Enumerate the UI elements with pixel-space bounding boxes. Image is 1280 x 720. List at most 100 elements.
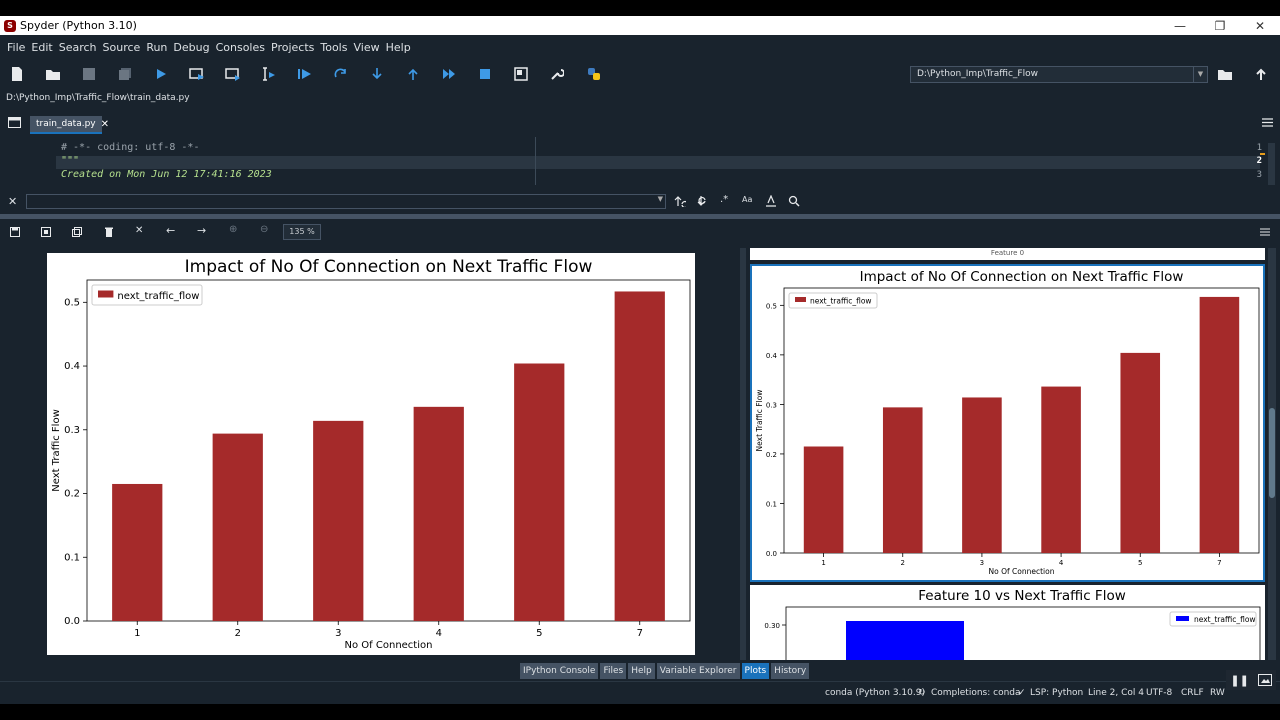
browse-directory-button[interactable]: [1215, 64, 1235, 84]
stop-button[interactable]: [475, 64, 495, 84]
x-tick-label: 4: [436, 628, 442, 639]
find-next-icon[interactable]: [697, 195, 709, 207]
thumbnails-scrollbar[interactable]: [1268, 248, 1276, 660]
save-all-button[interactable]: [115, 64, 135, 84]
tab-history[interactable]: History: [771, 663, 810, 679]
y-tick-label: 0.30: [764, 622, 780, 630]
code-line-docstring: Created on Mon Jun 12 17:41:16 2023: [61, 169, 272, 180]
menu-run[interactable]: Run: [143, 41, 170, 54]
new-file-button[interactable]: [7, 64, 27, 84]
regex-icon[interactable]: .*: [720, 194, 728, 205]
menu-search[interactable]: Search: [56, 41, 100, 54]
save-button[interactable]: [79, 64, 99, 84]
line-number: 1: [1256, 143, 1262, 153]
run-cell-button[interactable]: [187, 64, 207, 84]
plots-splitter[interactable]: [740, 248, 746, 660]
plot-frame: [783, 287, 1260, 554]
main-plot-canvas[interactable]: Impact of No Of Connection on Next Traff…: [47, 253, 695, 655]
find-previous-icon[interactable]: [674, 195, 686, 207]
status-lsp[interactable]: LSP: Python: [1030, 688, 1083, 698]
restore-button[interactable]: ❐: [1200, 16, 1240, 35]
tab-plots[interactable]: Plots: [741, 663, 770, 679]
thumbnail-selected[interactable]: Impact of No Of Connection on Next Traff…: [750, 264, 1265, 582]
menu-consoles[interactable]: Consoles: [213, 41, 268, 54]
browse-tabs-icon[interactable]: [8, 117, 21, 128]
spyder-window: S Spyder (Python 3.10) — ❐ ✕ File Edit S…: [0, 16, 1280, 704]
close-find-icon[interactable]: ✕: [8, 195, 17, 208]
zoom-field[interactable]: 135 %: [283, 224, 321, 240]
x-axis-label: No Of Connection: [345, 640, 433, 651]
parent-directory-button[interactable]: [1251, 64, 1271, 84]
menu-tools[interactable]: Tools: [317, 41, 350, 54]
whole-word-icon[interactable]: [765, 195, 777, 207]
step-into-button[interactable]: [367, 64, 387, 84]
run-cell-advance-button[interactable]: [223, 64, 243, 84]
zoom-out-icon[interactable]: ⊖: [260, 224, 268, 235]
scrollbar-handle[interactable]: [1269, 408, 1275, 498]
case-sensitive-icon[interactable]: Aa: [742, 195, 752, 204]
run-selection-button[interactable]: [259, 64, 279, 84]
python-path-button[interactable]: [584, 64, 604, 84]
tab-variable-explorer[interactable]: Variable Explorer: [656, 663, 740, 679]
x-tick-label: 5: [1138, 559, 1142, 567]
run-button[interactable]: [151, 64, 171, 84]
editor-scrollbar[interactable]: [1268, 143, 1275, 185]
status-env[interactable]: conda (Python 3.10.9): [825, 688, 925, 698]
tab-train-data[interactable]: train_data.py ✕: [30, 116, 109, 134]
tab-help[interactable]: Help: [628, 663, 655, 679]
editor-options-icon[interactable]: [1262, 118, 1273, 127]
status-eol: CRLF: [1181, 688, 1204, 698]
code-editor[interactable]: 1 2 3 # -*- coding: utf-8 -*- """ Create…: [0, 137, 1280, 189]
picture-in-picture-icon[interactable]: [1257, 674, 1272, 686]
close-tab-icon[interactable]: ✕: [101, 119, 109, 130]
plots-options-icon[interactable]: [1260, 228, 1270, 236]
chevron-down-icon[interactable]: ▼: [1193, 67, 1207, 82]
preferences-button[interactable]: [547, 64, 567, 84]
legend-label: next_traffic_flow: [117, 291, 199, 302]
plot-frame: [86, 279, 691, 622]
menu-view[interactable]: View: [350, 41, 382, 54]
zoom-in-icon[interactable]: ⊕: [229, 224, 237, 235]
overlay-controls: ❚❚: [1226, 670, 1276, 690]
menu-file[interactable]: File: [4, 41, 28, 54]
bar: [803, 446, 844, 553]
run-selection-icon: [263, 67, 275, 81]
thumbnail-previous[interactable]: Feature 0: [750, 248, 1265, 260]
plot-thumbnails[interactable]: Feature 0 Impact of No Of Connection on …: [750, 248, 1265, 660]
close-window-button[interactable]: ✕: [1240, 16, 1280, 35]
remove-all-plots-icon[interactable]: ✕: [135, 225, 143, 236]
menu-debug[interactable]: Debug: [170, 41, 212, 54]
pane-splitter[interactable]: [0, 214, 1280, 219]
run-icon: [157, 69, 166, 79]
previous-plot-icon[interactable]: ←: [166, 224, 175, 237]
step-button[interactable]: [331, 64, 351, 84]
save-all-plots-icon[interactable]: [41, 227, 51, 237]
continue-icon: [443, 69, 455, 79]
copy-plot-icon[interactable]: [72, 227, 82, 237]
step-return-button[interactable]: [403, 64, 423, 84]
menu-help[interactable]: Help: [383, 41, 414, 54]
save-plot-icon[interactable]: [10, 227, 20, 237]
working-directory-combo[interactable]: D:\Python_Imp\Traffic_Flow ▼: [910, 66, 1208, 83]
open-file-button[interactable]: [43, 64, 63, 84]
menu-source[interactable]: Source: [100, 41, 144, 54]
remove-plot-icon[interactable]: [104, 227, 114, 237]
menu-projects[interactable]: Projects: [268, 41, 317, 54]
maximize-pane-button[interactable]: [511, 64, 531, 84]
tab-ipython-console[interactable]: IPython Console: [520, 663, 599, 679]
next-plot-icon[interactable]: →: [197, 224, 206, 237]
search-selection-icon[interactable]: [788, 195, 800, 207]
continue-button[interactable]: [439, 64, 459, 84]
status-completions[interactable]: Completions: conda: [931, 688, 1021, 698]
y-tick-label: 0.4: [766, 352, 778, 360]
debug-button[interactable]: [295, 64, 315, 84]
thumbnail-next[interactable]: Feature 10 vs Next Traffic Flow 0.30 next_…: [750, 585, 1265, 660]
find-input[interactable]: ▼: [26, 194, 666, 209]
status-rw: RW: [1210, 688, 1225, 698]
pause-icon[interactable]: ❚❚: [1230, 674, 1248, 687]
minimize-button[interactable]: —: [1160, 16, 1200, 35]
tab-files[interactable]: Files: [600, 663, 627, 679]
chevron-down-icon[interactable]: ▼: [658, 195, 663, 203]
bar: [846, 621, 964, 660]
menu-edit[interactable]: Edit: [28, 41, 55, 54]
